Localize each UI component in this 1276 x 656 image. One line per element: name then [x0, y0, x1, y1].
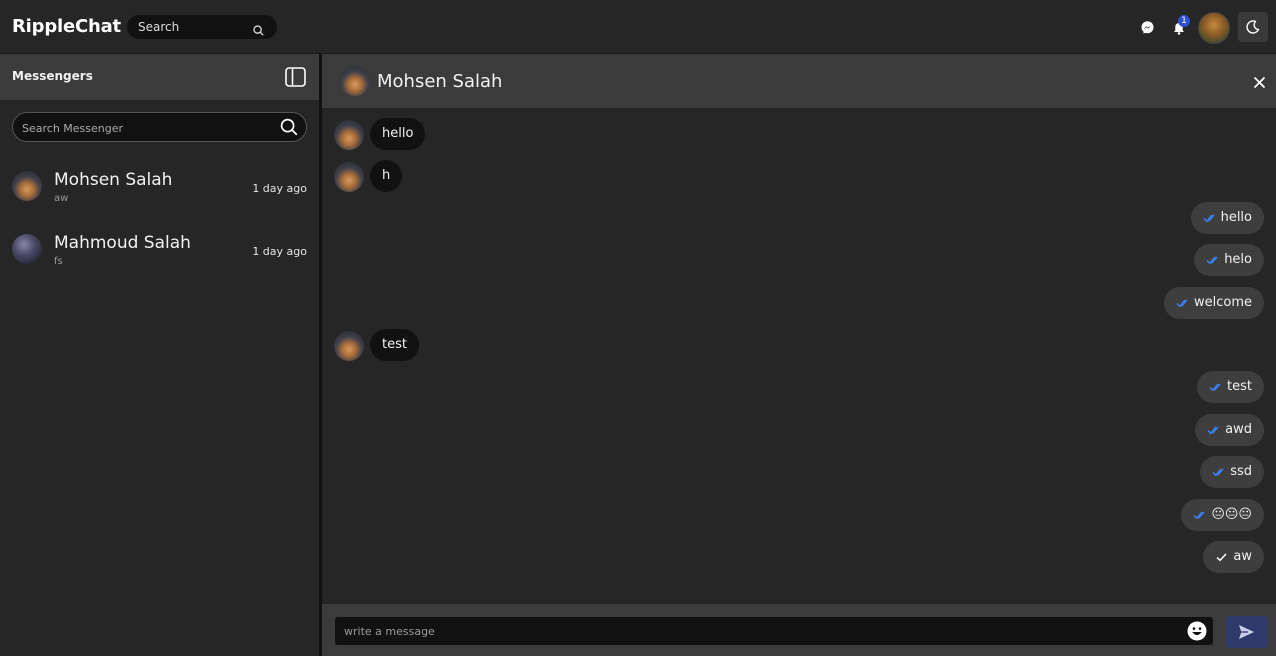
message-composer	[322, 604, 1276, 656]
message-outgoing[interactable]: welcome	[1163, 287, 1264, 319]
contact-name: Mohsen Salah	[54, 170, 173, 190]
contact-last-message: aw	[54, 193, 69, 204]
sender-avatar	[334, 331, 364, 361]
close-icon[interactable]	[1253, 74, 1266, 93]
global-search-input[interactable]	[138, 18, 248, 36]
panel-toggle-icon[interactable]	[285, 67, 306, 91]
top-bar: RippleChat 1	[0, 0, 1276, 54]
seen-check-icon	[1193, 510, 1207, 520]
message-bubble[interactable]: test	[370, 329, 419, 361]
contact-avatar	[12, 234, 42, 264]
contact-item[interactable]: Mahmoud Salah fs 1 day ago	[0, 221, 319, 277]
message-text: helo	[1224, 252, 1252, 267]
send-button[interactable]	[1226, 616, 1268, 648]
sender-avatar	[334, 162, 364, 192]
message-outgoing[interactable]: ssd	[1200, 456, 1264, 488]
seen-check-icon	[1176, 298, 1190, 308]
message-bubble[interactable]: h	[370, 160, 403, 192]
messenger-sidebar: Messengers Mohsen Salah aw 1 day ago Mah…	[0, 54, 319, 656]
emoji-icon[interactable]	[1187, 621, 1207, 645]
search-icon[interactable]	[280, 118, 298, 140]
message-outgoing[interactable]: helo	[1194, 244, 1264, 276]
message-incoming: test	[322, 329, 522, 361]
contact-last-message: fs	[54, 256, 63, 267]
sender-avatar	[334, 120, 364, 150]
message-bubble[interactable]: hello	[370, 118, 426, 150]
contact-item[interactable]: Mohsen Salah aw 1 day ago	[0, 158, 319, 214]
global-search[interactable]	[127, 15, 277, 39]
message-text: aw	[1233, 549, 1252, 564]
message-input-wrapper[interactable]	[335, 617, 1213, 645]
notification-badge: 1	[1178, 15, 1190, 27]
chat-header: Mohsen Salah	[322, 54, 1276, 108]
message-text: 😐😐😐	[1211, 507, 1252, 522]
message-outgoing[interactable]: 😐😐😐	[1181, 499, 1264, 531]
message-outgoing[interactable]: hello	[1190, 202, 1264, 234]
message-incoming: h	[322, 160, 522, 192]
seen-check-icon	[1206, 255, 1220, 265]
chat-contact-avatar[interactable]	[340, 66, 370, 96]
message-text: awd	[1225, 422, 1252, 437]
contact-avatar	[12, 171, 42, 201]
contact-name: Mahmoud Salah	[54, 233, 191, 253]
contact-timestamp: 1 day ago	[252, 245, 307, 258]
message-outgoing[interactable]: awd	[1195, 414, 1264, 446]
messenger-search-input[interactable]	[22, 119, 262, 137]
search-icon[interactable]	[253, 21, 264, 40]
sidebar-header: Messengers	[0, 54, 319, 100]
message-input[interactable]	[344, 622, 1164, 640]
sidebar-title: Messengers	[12, 69, 93, 83]
messenger-search[interactable]	[12, 112, 307, 142]
messenger-icon[interactable]	[1141, 19, 1154, 38]
chat-contact-name: Mohsen Salah	[377, 71, 503, 92]
message-outgoing[interactable]: test	[1197, 371, 1264, 403]
message-list: hello h hello helo welcome test test awd…	[322, 108, 1276, 604]
message-text: test	[1227, 379, 1252, 394]
message-text: ssd	[1230, 464, 1252, 479]
theme-toggle-button[interactable]	[1238, 12, 1268, 42]
seen-check-icon	[1203, 213, 1217, 223]
message-incoming: hello	[322, 118, 522, 150]
message-outgoing[interactable]: aw	[1203, 541, 1264, 573]
message-text: welcome	[1193, 295, 1252, 310]
seen-check-icon	[1209, 382, 1223, 392]
app-brand[interactable]: RippleChat	[12, 16, 121, 37]
sent-check-icon	[1215, 552, 1229, 562]
seen-check-icon	[1207, 425, 1221, 435]
seen-check-icon	[1212, 467, 1226, 477]
user-avatar[interactable]	[1198, 12, 1230, 44]
contact-timestamp: 1 day ago	[252, 182, 307, 195]
message-text: hello	[1220, 210, 1252, 225]
